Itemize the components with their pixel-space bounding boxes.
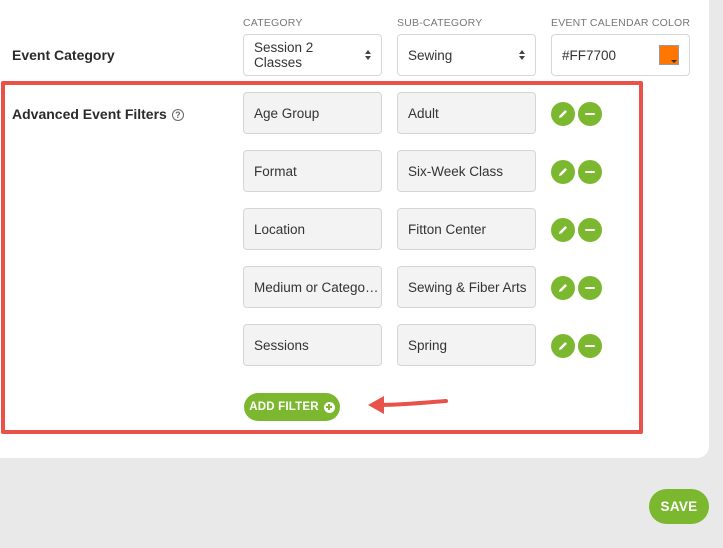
category-select-value: Session 2 Classes [254,40,314,70]
calendar-color-picker[interactable]: #FF7700 [551,34,690,76]
sub-category-select[interactable]: Sewing [397,34,536,76]
chevron-updown-icon [519,50,525,60]
event-category-label: Event Category [12,47,115,63]
save-button[interactable]: SAVE [649,489,709,524]
category-select[interactable]: Session 2 Classes [243,34,382,76]
dropdown-triangle-icon [671,60,677,63]
category-header: CATEGORY [243,17,303,29]
color-header: EVENT CALENDAR COLOR [551,17,691,29]
sub-category-select-value: Sewing [408,47,453,63]
highlight-annotation-box [1,81,643,434]
sub-category-header: SUB-CATEGORY [397,17,483,29]
form-card: Event Category CATEGORY SUB-CATEGORY EVE… [0,0,709,458]
chevron-updown-icon [365,50,371,60]
color-swatch[interactable] [659,45,679,65]
calendar-color-value: #FF7700 [562,47,617,63]
